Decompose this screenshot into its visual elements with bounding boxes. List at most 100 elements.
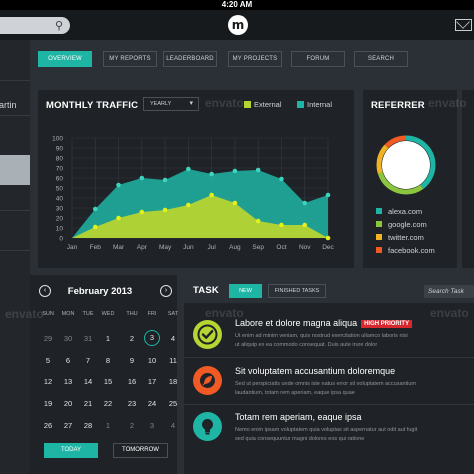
calendar-day[interactable]: 10 — [142, 356, 162, 365]
weekday-label: TUE — [82, 311, 94, 317]
referrer-label: twitter.com — [388, 233, 424, 242]
task-item-title[interactable]: Sit voluptatem accusantium doloremque — [235, 366, 395, 376]
referrer-total-label: VISITS — [396, 172, 416, 178]
legend-swatch — [244, 101, 251, 108]
global-search-input[interactable]: ⚲ — [0, 17, 70, 34]
x-tick-label: Apr — [137, 244, 148, 251]
x-tick-label: Jan — [67, 244, 78, 251]
data-point-internal — [325, 192, 331, 198]
calendar-day[interactable]: 2 — [122, 421, 142, 430]
x-tick-label: Sep — [252, 244, 264, 251]
data-point-internal — [139, 175, 145, 181]
data-point-internal — [92, 206, 98, 212]
calendar-day[interactable]: 27 — [58, 421, 78, 430]
x-tick-label: Nov — [299, 244, 311, 251]
calendar-day[interactable]: 31 — [78, 334, 98, 343]
sidebar-item-active[interactable] — [0, 155, 30, 185]
referrer-label: facebook.com — [388, 246, 435, 255]
y-tick-label: 50 — [56, 186, 64, 193]
calendar-day[interactable]: 4 — [163, 421, 183, 430]
calendar-day[interactable]: 8 — [98, 356, 118, 365]
task-item-title[interactable]: Totam rem aperiam, eaque ipsa — [235, 412, 362, 422]
y-tick-label: 60 — [56, 176, 64, 183]
calendar-day[interactable]: 15 — [98, 377, 118, 386]
mail-icon[interactable] — [455, 19, 472, 31]
tab-leaderboard[interactable]: LEADERBOARD — [163, 51, 217, 67]
sidebar-divider — [0, 250, 30, 251]
calendar-month: February 2013 — [67, 286, 133, 297]
calendar-next-button[interactable]: › — [160, 285, 172, 297]
task-search-input[interactable]: Search Task — [424, 285, 474, 298]
period-select[interactable]: YEARLY ▾ — [143, 97, 199, 111]
legend-label: Internal — [307, 100, 333, 109]
calendar-day[interactable]: 2 — [122, 334, 142, 343]
referrer-item[interactable]: facebook.com — [376, 246, 435, 255]
calendar-day[interactable]: 30 — [58, 334, 78, 343]
calendar-day-selected[interactable]: 3 — [144, 330, 160, 346]
today-button[interactable]: TODAY — [44, 443, 98, 458]
calendar-day[interactable]: 11 — [163, 356, 183, 365]
tab-my-projects[interactable]: MY PROJECTS — [228, 51, 282, 67]
check-icon — [197, 324, 218, 345]
top-bar: ⚲ m — [0, 10, 474, 40]
data-point-external — [162, 207, 168, 213]
calendar-day[interactable]: 22 — [98, 399, 118, 408]
sidebar-user[interactable]: artin — [0, 100, 17, 110]
referrer-swatch — [376, 221, 382, 227]
calendar-day[interactable]: 1 — [98, 421, 118, 430]
calendar-day[interactable]: 6 — [58, 356, 78, 365]
calendar-day[interactable]: 16 — [122, 377, 142, 386]
calendar-day[interactable]: 29 — [38, 334, 58, 343]
x-tick-label: Mar — [113, 244, 125, 251]
tab-overview[interactable]: OVERVIEW — [38, 51, 92, 67]
weekday-label: THU — [126, 311, 138, 317]
user-name: artin — [0, 100, 17, 110]
calendar-day[interactable]: 28 — [78, 421, 98, 430]
task-item-desc: laudantium, totam rem aperiam, eaque ips… — [235, 390, 355, 396]
finished-tasks-button[interactable]: FINISHED TASKS — [268, 284, 326, 298]
y-tick-label: 40 — [56, 196, 64, 203]
referrer-item[interactable]: twitter.com — [376, 233, 424, 242]
data-point-internal — [302, 200, 308, 206]
calendar-day[interactable]: 20 — [58, 399, 78, 408]
app-logo[interactable]: m — [228, 15, 248, 35]
referrer-total: 5270 — [389, 153, 423, 170]
referrer-item[interactable]: alexa.com — [376, 207, 422, 216]
calendar-day[interactable]: 13 — [58, 377, 78, 386]
tab-forum[interactable]: FORUM — [291, 51, 345, 67]
data-point-internal — [116, 182, 121, 188]
calendar-day[interactable]: 24 — [142, 399, 162, 408]
legend-item-external: External — [244, 100, 282, 109]
calendar-day[interactable]: 17 — [142, 377, 162, 386]
weekday-label: SUN — [42, 311, 54, 317]
calendar-day[interactable]: 25 — [163, 399, 183, 408]
x-tick-label: Jun — [183, 244, 194, 251]
calendar-day[interactable]: 14 — [78, 377, 98, 386]
referrer-item[interactable]: google.com — [376, 220, 427, 229]
calendar-day[interactable]: 4 — [163, 334, 183, 343]
calendar-day[interactable]: 7 — [78, 356, 98, 365]
calendar-day[interactable]: 12 — [38, 377, 58, 386]
calendar-day[interactable]: 19 — [38, 399, 58, 408]
calendar-day[interactable]: 1 — [98, 334, 118, 343]
calendar-day[interactable]: 23 — [122, 399, 142, 408]
referrer-swatch — [376, 247, 382, 253]
data-point-external — [255, 218, 261, 224]
calendar-day[interactable]: 18 — [163, 377, 183, 386]
search-icon: ⚲ — [54, 20, 63, 32]
calendar-day[interactable]: 3 — [142, 421, 162, 430]
calendar-prev-button[interactable]: ‹ — [39, 285, 51, 297]
y-tick-label: 20 — [56, 216, 64, 223]
calendar-day[interactable]: 5 — [38, 356, 58, 365]
y-tick-label: 0 — [59, 236, 63, 243]
calendar-day[interactable]: 21 — [78, 399, 98, 408]
new-task-button[interactable]: NEW — [229, 284, 262, 298]
tab-search[interactable]: SEARCH — [354, 51, 408, 67]
task-item-title[interactable]: Labore et dolore magna aliqua HIGH PRIORI… — [235, 318, 413, 328]
tab-my-reports[interactable]: MY REPORTS — [103, 51, 157, 67]
calendar-day[interactable]: 9 — [122, 356, 142, 365]
watermark: envato — [205, 96, 244, 110]
weekday-label: WED — [101, 311, 115, 317]
tomorrow-button[interactable]: TOMORROW — [113, 443, 168, 458]
calendar-day[interactable]: 26 — [38, 421, 58, 430]
